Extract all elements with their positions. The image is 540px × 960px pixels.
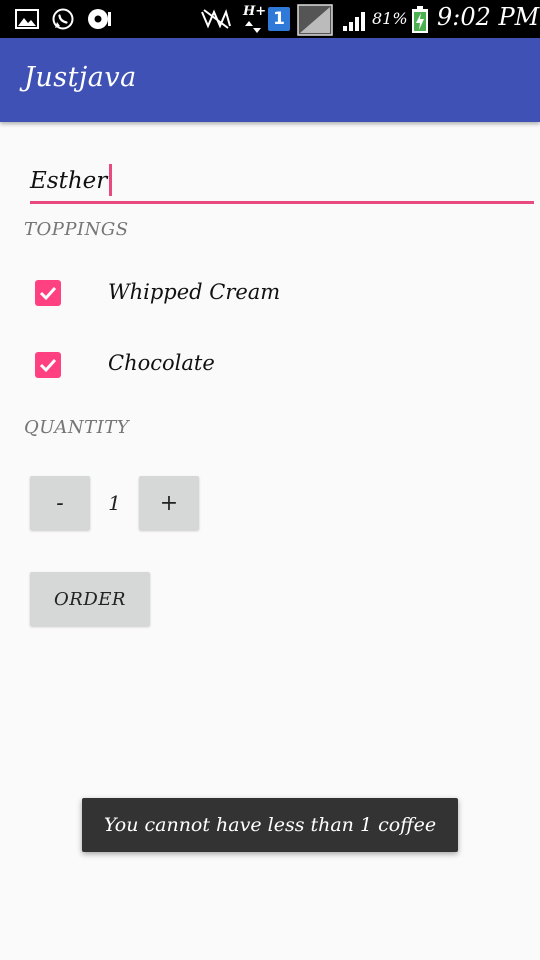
quantity-value: 1 [108,491,121,515]
text-cursor [109,164,113,196]
signal-blocked-icon [200,7,232,31]
checkmark-icon [39,286,57,301]
chocolate-checkbox[interactable] [35,352,61,378]
quantity-header: QUANTITY [24,417,130,438]
checkmark-icon [39,358,57,373]
battery-charging-icon [410,6,430,34]
whatsapp-icon [50,7,76,31]
whipped-cream-label[interactable]: Whipped Cream [108,280,280,304]
order-button[interactable]: ORDER [30,572,150,626]
name-input[interactable]: Esther [30,158,534,204]
cell-signal-icon [342,8,370,32]
toppings-header: TOPPINGS [24,219,129,240]
data-arrows-icon [244,20,262,34]
status-bar: H+ 1 81% 9:02 PM [0,0,540,38]
app-title: Justjava [24,62,137,93]
clock-time: 9:02 PM [437,3,540,31]
name-input-value-wrap: Esther [30,164,113,198]
whipped-cream-checkbox[interactable] [35,280,61,306]
app-bar: Justjava [0,38,540,122]
increment-button[interactable]: + [139,476,199,530]
gallery-icon [14,7,40,31]
network-type: H+ [243,4,267,19]
toast-message: You cannot have less than 1 coffee [82,798,458,852]
chocolate-label[interactable]: Chocolate [108,351,215,375]
wifi-signal-icon [296,4,334,36]
decrement-button[interactable]: - [30,476,90,530]
battery-percent: 81% [372,9,408,28]
media-icon [86,7,114,31]
name-input-value: Esther [30,168,108,194]
sim-badge: 1 [268,7,290,31]
